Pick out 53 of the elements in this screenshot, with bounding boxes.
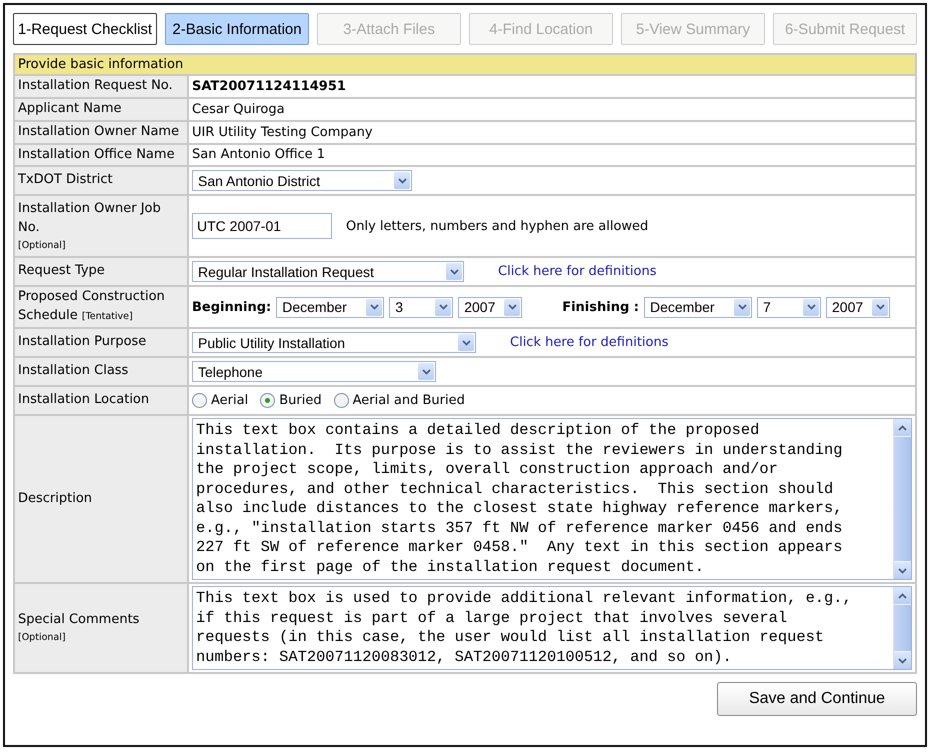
radio-option[interactable]: Aerial <box>192 393 248 408</box>
field-label: Installation Owner Job No. <box>18 200 162 237</box>
dropdown[interactable]: Public Utility Installation <box>192 332 476 354</box>
field-label: Installation Purpose <box>18 334 146 350</box>
field-label: Installation Owner Name <box>18 124 180 139</box>
field-label: Description <box>18 490 92 506</box>
radio-button[interactable] <box>260 393 276 408</box>
date-label: Finishing : <box>562 300 639 315</box>
text-area[interactable]: This text box is used to provide additional relevant information, e.g., if this request is part of a large project that involves several requests (in this case, the user would list all installation request numbers: SAT20071120083012, SAT20071120100512, and so on). <box>192 586 912 670</box>
field-label: Installation Class <box>18 363 128 378</box>
dropdown[interactable]: Regular Installation Request <box>192 261 464 282</box>
field-label: Installation Request No. <box>18 78 173 93</box>
field-label: Proposed Construction Schedule [Tentative] <box>18 289 165 324</box>
month-dropdown[interactable]: December <box>644 296 752 318</box>
save-and-continue-button[interactable]: Save and Continue <box>717 682 917 716</box>
dropdown[interactable]: San Antonio District <box>192 170 412 192</box>
field-value: UIR Utility Testing Company <box>192 124 373 140</box>
definitions-link[interactable]: Click here for definitions <box>498 264 657 280</box>
optional-note: [Optional] <box>18 631 67 645</box>
step-tab[interactable]: 2-Basic Information <box>165 13 309 45</box>
scroll-up-icon[interactable] <box>894 419 911 436</box>
month-dropdown[interactable]: December <box>276 296 384 318</box>
field-label: Applicant Name <box>18 100 122 116</box>
year-dropdown[interactable]: 2007 <box>826 296 890 318</box>
section-title: Provide basic information <box>14 54 916 75</box>
field-label: Installation Location <box>18 392 150 408</box>
year-dropdown[interactable]: 2007 <box>458 296 522 318</box>
field-value: SAT20071124114951 <box>192 78 346 94</box>
day-dropdown[interactable]: 3 <box>389 296 454 318</box>
definitions-link[interactable]: Click here for definitions <box>510 335 669 350</box>
radio-option[interactable]: Buried <box>260 393 322 408</box>
radio-button[interactable] <box>334 393 349 408</box>
date-label: Beginning: <box>192 300 272 315</box>
field-value: Cesar Quiroga <box>192 102 285 117</box>
step-tab[interactable]: 1-Request Checklist <box>13 13 157 45</box>
job-number-input[interactable]: UTC 2007-01 <box>192 213 332 240</box>
scroll-up-icon[interactable] <box>894 587 911 604</box>
field-label: Request Type <box>18 263 105 278</box>
scroll-down-icon[interactable] <box>894 652 911 670</box>
field-value: San Antonio Office 1 <box>192 147 326 162</box>
field-label: Installation Office Name <box>18 146 175 162</box>
field-label: TxDOT District <box>18 172 113 188</box>
dropdown[interactable]: Telephone <box>192 361 436 382</box>
scrollbar[interactable] <box>893 419 911 580</box>
input-hint: Only letters, numbers and hyphen are allowed <box>346 218 648 234</box>
field-label: Special Comments <box>18 611 140 630</box>
scroll-down-icon[interactable] <box>894 562 911 580</box>
radio-option[interactable]: Aerial and Buried <box>334 393 465 408</box>
text-area[interactable]: This text box contains a detailed description of the proposed installation. Its purpose is to assist the reviewers in understanding the project scope, limits, overall construction approach and/or procedures, and other technical characteristics. This section should also include distances to the closest state highway reference markers, e.g., "installation starts 357 ft NW of reference marker 0456 and ends 227 ft SW of reference marker 0458." Any text in this section appears on the first page of the installation request document. <box>192 418 912 580</box>
optional-note: [Optional] <box>18 238 67 253</box>
scrollbar[interactable] <box>893 587 911 670</box>
radio-button[interactable] <box>192 393 207 408</box>
day-dropdown[interactable]: 7 <box>757 296 821 318</box>
